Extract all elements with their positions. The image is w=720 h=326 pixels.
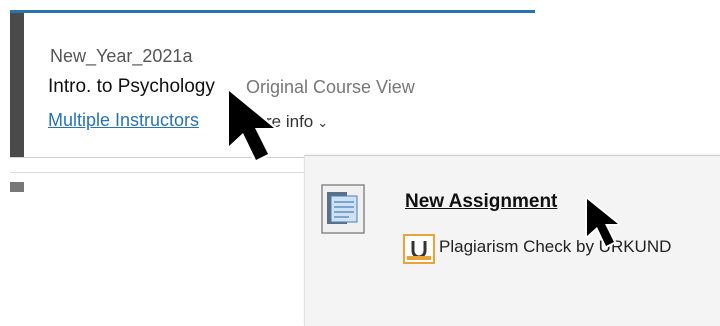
chevron-down-icon: ⌄: [317, 115, 329, 130]
urkund-icon: [403, 234, 435, 264]
plagiarism-check-label: Plagiarism Check by URKUND: [439, 237, 672, 256]
mouse-pointer-icon: [226, 88, 277, 163]
mouse-pointer-icon: [585, 197, 620, 248]
assignment-dropdown-panel: New Assignment Plagiarism Check by URKUN…: [304, 155, 720, 326]
new-assignment-link[interactable]: New Assignment: [405, 191, 557, 213]
multiple-instructors-link[interactable]: Multiple Instructors: [48, 110, 199, 131]
course-code: New_Year_2021a: [50, 46, 193, 66]
next-card-divider: [10, 172, 305, 173]
assignment-icon: [321, 184, 365, 234]
course-name[interactable]: Intro. to Psychology: [48, 76, 215, 98]
card-accent-bar: [10, 13, 24, 157]
next-card-accent: [10, 182, 24, 192]
